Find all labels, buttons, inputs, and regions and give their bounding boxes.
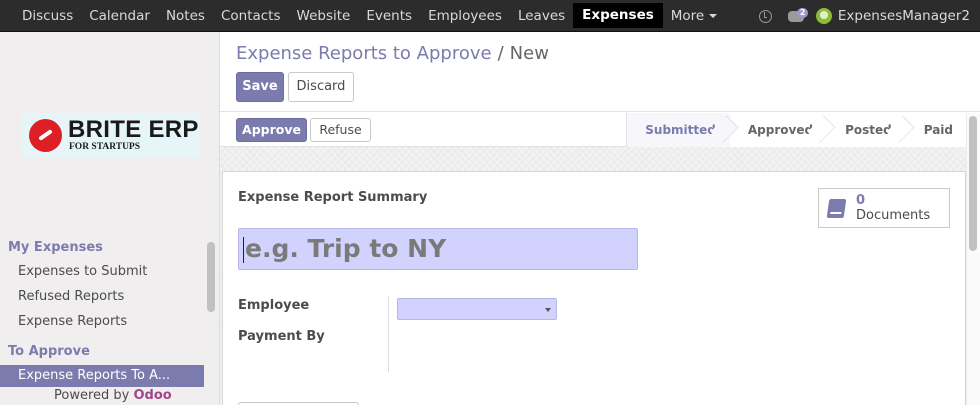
- stage-submitted[interactable]: Submitted: [627, 113, 730, 147]
- company-logo[interactable]: BRITE ERP FOR STARTUPS: [22, 113, 200, 157]
- logo-name: BRITE ERP: [68, 116, 199, 143]
- caret-down-icon: [709, 14, 718, 18]
- refuse-button[interactable]: Refuse: [310, 118, 371, 142]
- sidebar-item-expense-reports-to-approve[interactable]: Expense Reports To A...: [0, 365, 204, 387]
- menu-calendar[interactable]: Calendar: [81, 0, 158, 32]
- menu-more[interactable]: More: [663, 0, 725, 32]
- top-navbar: Discuss Calendar Notes Contacts Website …: [0, 0, 980, 32]
- chat-badge: 2: [796, 7, 809, 18]
- user-menu[interactable]: ExpensesManager2: [838, 8, 970, 24]
- control-panel: Expense Reports to Approve / New Save Disc…: [220, 32, 980, 112]
- menu-leaves[interactable]: Leaves: [510, 0, 573, 32]
- sidebar: BRITE ERP FOR STARTUPS My Expenses Expen…: [0, 32, 220, 405]
- menu-employees[interactable]: Employees: [420, 0, 510, 32]
- save-button[interactable]: Save: [236, 72, 284, 102]
- book-icon: [826, 199, 847, 218]
- powered-by: Powered by Odoo: [54, 388, 172, 403]
- employee-select[interactable]: [397, 298, 557, 320]
- menu-expenses[interactable]: Expenses: [573, 3, 663, 28]
- breadcrumb: Expense Reports to Approve / New: [236, 43, 549, 64]
- breadcrumb-separator: /: [497, 43, 504, 64]
- stage-paid[interactable]: Paid: [905, 113, 967, 147]
- odoo-link[interactable]: Odoo: [134, 388, 172, 403]
- systray: 2 ExpensesManager2: [758, 0, 970, 32]
- logo-tagline: FOR STARTUPS: [69, 142, 141, 152]
- employee-label: Employee: [238, 298, 310, 313]
- menu-contacts[interactable]: Contacts: [213, 0, 289, 32]
- discard-button[interactable]: Discard: [288, 72, 354, 102]
- breadcrumb-current: New: [509, 43, 549, 64]
- report-summary-placeholder: e.g. Trip to NY: [245, 234, 447, 263]
- approve-button[interactable]: Approve: [236, 118, 307, 142]
- menu-discuss[interactable]: Discuss: [14, 0, 81, 32]
- breadcrumb-parent[interactable]: Expense Reports to Approve: [236, 43, 492, 64]
- user-avatar[interactable]: [815, 8, 832, 24]
- section-my-expenses: My Expenses: [8, 240, 103, 255]
- app-menu: Discuss Calendar Notes Contacts Website …: [14, 0, 725, 32]
- powered-prefix: Powered by: [54, 388, 130, 403]
- menu-notes[interactable]: Notes: [158, 0, 213, 32]
- clock-icon[interactable]: [758, 9, 772, 23]
- documents-button[interactable]: 0 Documents: [818, 188, 950, 228]
- form-sheet: Expense Report Summary 0 Documents e.g. …: [222, 171, 966, 405]
- report-summary-input[interactable]: e.g. Trip to NY: [238, 228, 638, 270]
- sidebar-item-refused-reports[interactable]: Refused Reports: [18, 289, 124, 304]
- text-cursor: [243, 237, 244, 263]
- stage-approved[interactable]: Approved: [729, 113, 828, 147]
- section-to-approve: To Approve: [8, 344, 90, 359]
- status-bar: Approve Refuse Submitted Approved Posted…: [220, 113, 980, 147]
- stage-posted[interactable]: Posted: [827, 113, 906, 147]
- payment-by-label: Payment By: [238, 329, 325, 344]
- chat-icon[interactable]: 2: [787, 7, 809, 22]
- dropdown-arrow-icon: [545, 308, 551, 312]
- summary-label: Expense Report Summary: [238, 190, 428, 205]
- stage-pipeline: Submitted Approved Posted Paid: [626, 113, 967, 147]
- sidebar-item-expense-reports[interactable]: Expense Reports: [18, 314, 127, 329]
- field-divider: [388, 296, 389, 372]
- sidebar-item-expenses-to-submit[interactable]: Expenses to Submit: [18, 264, 147, 279]
- menu-more-label: More: [670, 8, 705, 24]
- main-content: Expense Reports to Approve / New Save Disc…: [220, 32, 980, 405]
- menu-events[interactable]: Events: [358, 0, 420, 32]
- logo-mark: [29, 119, 62, 152]
- menu-website[interactable]: Website: [289, 0, 359, 32]
- documents-label: Documents: [856, 208, 931, 223]
- content-scrollbar[interactable]: [969, 116, 977, 251]
- documents-count: 0: [856, 193, 866, 208]
- sidebar-scrollbar[interactable]: [207, 242, 215, 312]
